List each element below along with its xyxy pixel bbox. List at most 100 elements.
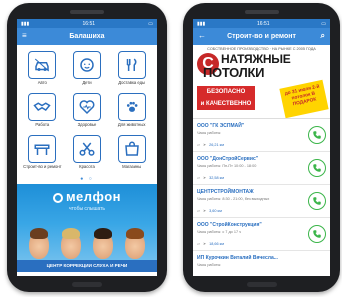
company-name: ООО "СтройКонструкция" xyxy=(197,222,262,228)
person-face xyxy=(61,228,81,259)
ad-top-line: СОБСТВЕННОЕ ПРОИЗВОДСТВО · НА РЫНКЕ С 20… xyxy=(207,47,316,51)
status-bar: ▮▮▮ 16:51 ▭ xyxy=(17,19,157,28)
category-health[interactable]: Здоровье xyxy=(68,93,107,132)
call-button[interactable] xyxy=(308,225,326,243)
category-label: Здоровье xyxy=(77,122,97,127)
quality-line2: и КАЧЕСТВЕННО xyxy=(200,101,252,107)
signal-icon: ▮▮▮ xyxy=(21,20,30,27)
location-arrow-icon: ➤ xyxy=(202,143,207,147)
category-food-delivery[interactable]: Доставка еды xyxy=(112,51,151,90)
paw-icon xyxy=(126,101,138,112)
category-construction[interactable]: Строит-во и ремонт xyxy=(23,135,62,174)
company-hours: Часы работы: xyxy=(197,131,222,135)
company-row[interactable]: ООО "СтройКонструкция" Часы работы: с 7 … xyxy=(193,218,330,251)
reviews-icon: ▱ xyxy=(197,176,200,180)
category-label: Авто xyxy=(37,80,47,85)
hamburger-icon[interactable]: ≡ xyxy=(22,31,27,40)
company-hours: Часы работы: xyxy=(197,263,222,267)
ad-title-line2: ПОТОЛКИ xyxy=(203,65,265,80)
left-screen: ▮▮▮ 16:51 ▭ ≡ Балашиха Авто Дети Доставк… xyxy=(17,19,157,276)
category-grid: Авто Дети Доставка еды Работа Здоровье Д… xyxy=(17,45,157,176)
app-bar: ≡ Балашиха xyxy=(17,28,157,45)
right-phone: ▮▮▮ 16:51 ▭ ← Строит-во и ремонт ⌕ СОБСТ… xyxy=(183,3,340,292)
call-button[interactable] xyxy=(308,126,326,144)
phone-icon xyxy=(313,164,321,172)
banner-slogan: чтобы слышать xyxy=(68,206,106,212)
category-label: Доставка еды xyxy=(118,80,146,85)
company-distance: 18,66 км xyxy=(209,241,224,246)
category-label: Красота xyxy=(79,164,95,169)
category-beauty[interactable]: Красота xyxy=(68,135,107,174)
category-kids[interactable]: Дети xyxy=(68,51,107,90)
ad-quality-badge: БЕЗОПАСНО и КАЧЕСТВЕННО xyxy=(197,86,255,110)
company-name: ИП Курочкин Виталий Вячесла... xyxy=(197,255,278,261)
category-label: Строит-во и ремонт xyxy=(23,164,62,169)
category-pets[interactable]: Для животных xyxy=(112,93,151,132)
company-row[interactable]: ИП Курочкин Виталий Вячесла... Часы рабо… xyxy=(193,251,330,276)
reviews-icon: ▱ xyxy=(197,242,200,246)
company-row[interactable]: ООО "ДонСтройСервис" Часы работы: Пн-Пт … xyxy=(193,152,330,185)
home-button[interactable] xyxy=(246,282,277,287)
scissors-icon xyxy=(79,142,95,156)
category-label: Для животных xyxy=(117,122,146,127)
company-distance: 26,21 км xyxy=(209,142,224,147)
category-shops[interactable]: Магазины xyxy=(112,135,151,174)
company-row[interactable]: ООО "ГК ЭСПМАЙ" Часы работы: ▱ ➤ 26,21 км xyxy=(193,119,330,152)
speaker-grill xyxy=(244,10,279,14)
location-arrow-icon: ➤ xyxy=(202,242,207,246)
location-arrow-icon: ➤ xyxy=(202,209,207,213)
company-hours: Часы работы: Пн-Пт 10:00 - 18:00 xyxy=(197,164,257,168)
call-button[interactable] xyxy=(308,192,326,210)
company-name: ООО "ДонСтройСервис" xyxy=(197,156,259,162)
reviews-icon: ▱ xyxy=(197,209,200,213)
call-button[interactable] xyxy=(308,159,326,177)
category-label: Работа xyxy=(35,122,50,127)
battery-icon: ▭ xyxy=(148,20,153,27)
home-button[interactable] xyxy=(72,282,102,287)
search-icon[interactable]: ⌕ xyxy=(321,31,325,41)
signal-icon: ▮▮▮ xyxy=(197,20,206,27)
location-arrow-icon: ➤ xyxy=(202,176,207,180)
company-distance: 32,58 км xyxy=(209,175,224,180)
food-delivery-icon xyxy=(126,58,137,71)
phone-icon xyxy=(313,197,321,205)
phone-icon xyxy=(313,230,321,238)
left-phone: ▮▮▮ 16:51 ▭ ≡ Балашиха Авто Дети Доставк… xyxy=(7,3,167,292)
quality-line1: БЕЗОПАСНО xyxy=(206,89,246,95)
ceiling-ad-banner[interactable]: СОБСТВЕННОЕ ПРОИЗВОДСТВО · НА РЫНКЕ С 20… xyxy=(193,45,330,119)
page-indicator: ● ○ xyxy=(80,176,94,182)
right-screen: ▮▮▮ 16:51 ▭ ← Строит-во и ремонт ⌕ СОБСТ… xyxy=(193,19,330,276)
phone-icon xyxy=(313,131,321,139)
company-distance: 3,60 км xyxy=(209,208,222,213)
heart-icon xyxy=(79,100,95,115)
status-bar: ▮▮▮ 16:51 ▭ xyxy=(193,19,330,28)
shop-icon xyxy=(124,141,139,156)
banner-brand: мелфон xyxy=(17,189,157,204)
category-label: Дети xyxy=(82,80,92,85)
category-auto[interactable]: Авто xyxy=(23,51,62,90)
ring-logo-icon xyxy=(52,192,63,203)
status-time: 16:51 xyxy=(257,20,270,27)
category-label: Магазины xyxy=(122,164,142,169)
speaker-grill xyxy=(70,10,104,14)
back-arrow-icon[interactable]: ← xyxy=(198,31,206,40)
person-face xyxy=(125,228,145,259)
status-time: 16:51 xyxy=(82,20,96,27)
ad-promo-sticker: до 31 июля 2-й потолок В ПОДАРОК xyxy=(279,79,329,118)
app-title: Балашиха xyxy=(69,33,105,40)
app-title: Строит-во и ремонт xyxy=(227,33,296,40)
company-name: ООО "ГК ЭСПМАЙ" xyxy=(197,123,245,129)
tools-icon xyxy=(34,144,50,155)
person-face xyxy=(29,228,49,259)
category-work[interactable]: Работа xyxy=(23,93,62,132)
reviews-icon: ▱ xyxy=(197,143,200,147)
battery-icon: ▭ xyxy=(321,20,326,27)
banner-people-image xyxy=(23,217,151,259)
handshake-icon xyxy=(33,102,51,111)
company-row[interactable]: ЦЕНТРСТРОЙМОНТАЖ Часы работы: 8:30 - 21:… xyxy=(193,185,330,218)
company-name: ЦЕНТРСТРОЙМОНТАЖ xyxy=(197,189,254,195)
melfon-banner[interactable]: мелфон чтобы слышать ЦЕНТР КОРРЕКЦИИ СЛУ… xyxy=(17,184,157,272)
brand-name: мелфон xyxy=(65,189,122,204)
baby-icon xyxy=(80,58,94,72)
company-hours: Часы работы: с 7 до 17 ч xyxy=(197,230,242,234)
